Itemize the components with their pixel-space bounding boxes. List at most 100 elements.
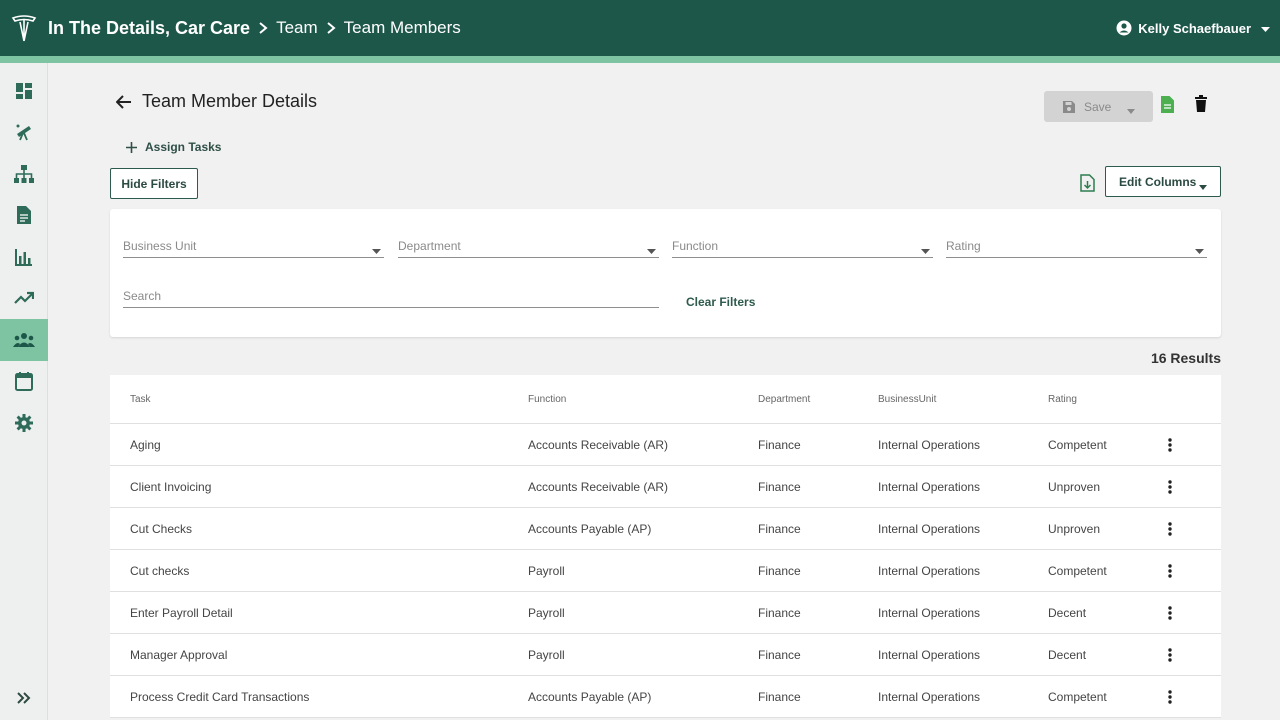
caret-down-icon[interactable] [1127,103,1135,117]
function-cell: Accounts Payable (AP) [528,689,652,704]
sidebar-item-reports[interactable] [0,236,48,278]
task-cell: Cut Checks [130,521,193,536]
function-cell: Payroll [528,605,565,620]
rating-cell: Decent [1048,647,1087,662]
column-header-rating[interactable]: Rating [1048,394,1150,405]
sidebar-item-dashboard[interactable] [0,70,48,112]
telescope-icon [16,124,31,141]
sidebar-item-settings[interactable] [0,402,48,444]
caret-down-icon [647,243,656,257]
clear-filters-button[interactable]: Clear Filters [686,295,755,309]
search-input[interactable] [123,289,659,303]
sidebar-item-calendar[interactable] [0,361,48,403]
dashboard-icon [16,82,32,99]
rating-select[interactable]: Rating [946,231,1207,258]
bar-chart-icon [15,248,32,266]
function-placeholder: Function [672,239,719,253]
department-cell: Finance [758,479,801,494]
main-content: Team Member Details Save Assign Tasks Hi… [48,63,1280,720]
table-row[interactable]: Manager Approval Payroll Finance Internal O… [110,634,1221,676]
top-bar: In The Details, Car Care Team Team Membe… [0,0,1280,56]
rating-cell: Competent [1048,563,1107,578]
task-cell: Manager Approval [130,647,228,662]
back-arrow-icon[interactable] [116,94,132,109]
edit-columns-label: Edit Columns [1119,174,1197,189]
more-vert-icon[interactable] [1150,479,1190,494]
sidebar-item-team[interactable] [0,319,48,361]
more-vert-icon[interactable] [1150,521,1190,536]
sidebar-expand-button[interactable] [0,684,48,712]
function-cell: Accounts Receivable (AR) [528,437,669,452]
rating-cell: Unproven [1048,479,1101,494]
results-count: 16 Results [1150,350,1221,366]
filters-panel: Business Unit Department Function Rating… [110,209,1221,337]
document-icon[interactable] [1160,95,1175,119]
column-header-department[interactable]: Department [758,394,878,405]
page-title: Team Member Details [142,91,318,111]
rating-cell: Competent [1048,437,1107,452]
breadcrumb-team[interactable]: Team [276,18,318,38]
save-label: Save [1084,99,1112,114]
chevron-right-icon [326,22,336,34]
edit-columns-button[interactable]: Edit Columns [1105,166,1221,197]
department-cell: Finance [758,437,801,452]
business-unit-select[interactable]: Business Unit [123,231,384,258]
team-icon [13,332,35,347]
table-row[interactable]: Process Credit Card Transactions Accounts… [110,676,1221,718]
function-select[interactable]: Function [672,231,933,258]
caret-down-icon [1261,21,1270,36]
table-row[interactable]: Cut checks Payroll Finance Internal Operati… [110,550,1221,592]
sidebar-item-org-chart[interactable] [0,153,48,195]
gear-icon [15,413,33,432]
department-cell: Finance [758,521,801,536]
task-cell: Cut checks [130,563,190,578]
more-vert-icon[interactable] [1150,605,1190,620]
caret-down-icon [1195,243,1204,257]
table-row[interactable]: Client Invoicing Accounts Receivable (AR)… [110,466,1221,508]
user-name: Kelly Schaefbauer [1138,20,1251,36]
task-cell: Client Invoicing [130,479,212,494]
business-unit-cell: Internal Operations [878,479,981,494]
rating-placeholder: Rating [946,239,981,253]
business-unit-cell: Internal Operations [878,605,981,620]
function-cell: Payroll [528,563,565,578]
table-header: Task Function Department BusinessUnit Ra… [110,375,1221,424]
save-icon [1063,100,1075,113]
table-row[interactable]: Cut Checks Accounts Payable (AP) Finance In… [110,508,1221,550]
user-menu[interactable]: Kelly Schaefbauer [1116,0,1270,56]
more-vert-icon[interactable] [1150,689,1190,704]
column-header-business-unit[interactable]: BusinessUnit [878,394,1048,405]
column-header-function[interactable]: Function [528,394,758,405]
hide-filters-button[interactable]: Hide Filters [110,168,198,199]
sidebar-item-documents[interactable] [0,195,48,237]
account-circle-icon [1116,20,1132,36]
export-document-icon[interactable] [1080,174,1095,197]
business-unit-cell: Internal Operations [878,563,981,578]
more-vert-icon[interactable] [1150,563,1190,578]
rating-cell: Decent [1048,605,1087,620]
page-header: Team Member Details [116,91,317,112]
department-cell: Finance [758,689,801,704]
column-header-task[interactable]: Task [110,394,528,405]
table-row[interactable]: Enter Payroll Detail Payroll Finance Intern… [110,592,1221,634]
sidebar-item-vision[interactable] [0,112,48,154]
accent-strip [0,56,1280,63]
business-unit-cell: Internal Operations [878,521,981,536]
sidebar-item-trends[interactable] [0,278,48,320]
app-logo[interactable] [0,0,48,56]
calendar-icon [15,372,33,392]
assign-tasks-button[interactable]: Assign Tasks [126,140,221,154]
department-cell: Finance [758,605,801,620]
search-field [123,283,659,308]
more-vert-icon[interactable] [1150,647,1190,662]
trash-icon[interactable] [1194,95,1208,118]
breadcrumb-company[interactable]: In The Details, Car Care [48,18,250,39]
save-button[interactable]: Save [1044,91,1153,122]
rating-cell: Competent [1048,689,1107,704]
table-row[interactable]: Aging Accounts Receivable (AR) Finance Inte… [110,424,1221,466]
table-body: Aging Accounts Receivable (AR) Finance Inte… [110,424,1221,718]
trend-icon [14,292,34,305]
department-select[interactable]: Department [398,231,659,258]
more-vert-icon[interactable] [1150,437,1190,452]
rating-cell: Unproven [1048,521,1101,536]
